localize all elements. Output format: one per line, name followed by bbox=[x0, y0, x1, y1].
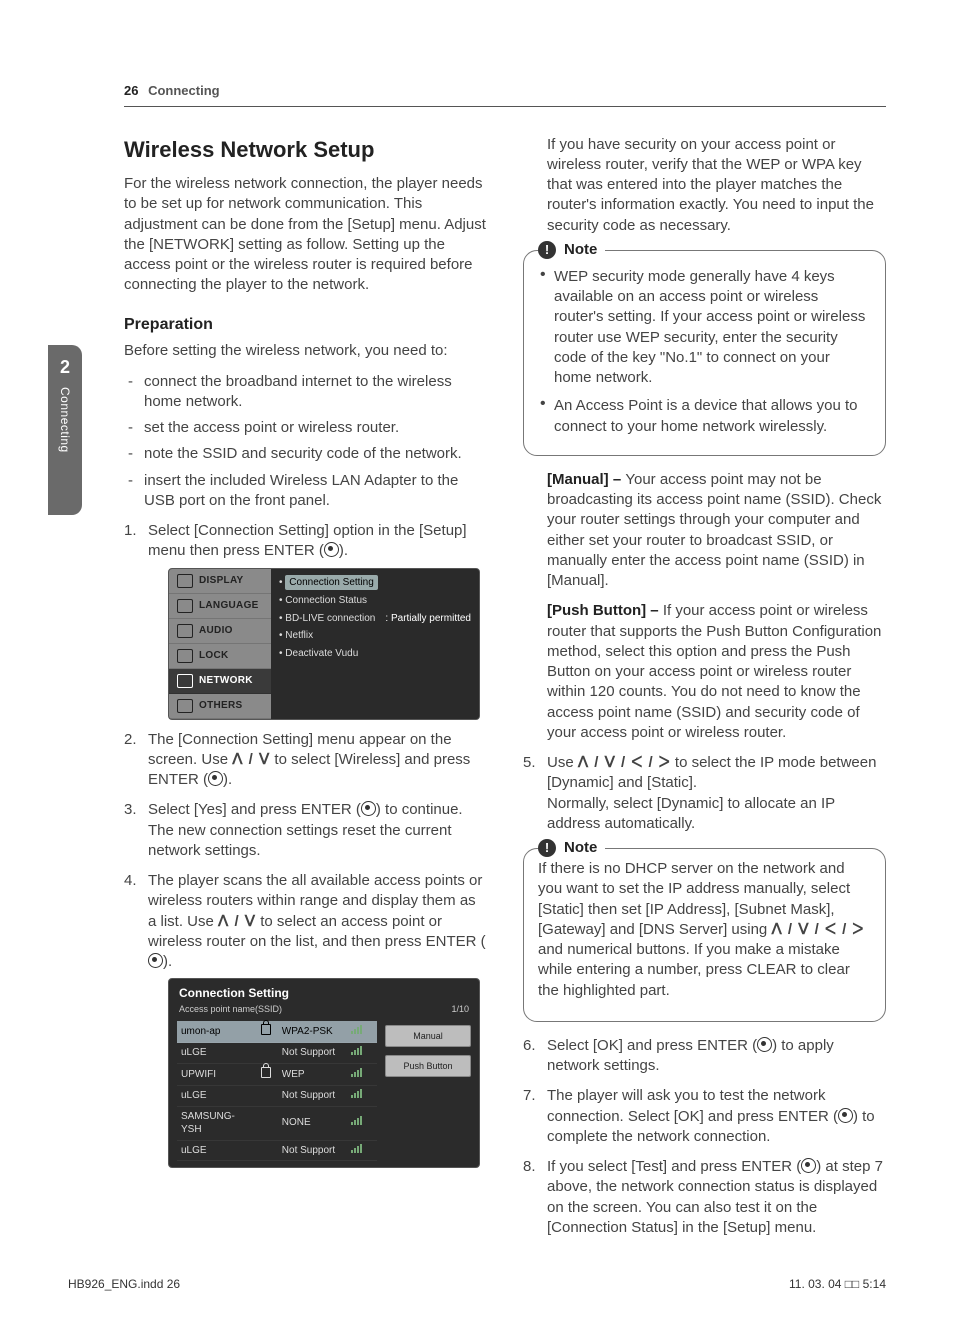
others-icon bbox=[177, 699, 193, 713]
ap-row: SAMSUNG-YSHNONE bbox=[177, 1106, 377, 1140]
note2-text: If there is no DHCP server on the networ… bbox=[538, 859, 871, 1001]
lock-icon bbox=[177, 649, 193, 663]
ap-row: uLGENot Support bbox=[177, 1140, 377, 1161]
push-button-button: Push Button bbox=[385, 1055, 471, 1077]
step-2: 2. The [Connection Setting] menu appear … bbox=[124, 730, 487, 791]
setup-main-panel: • Connection Setting • Connection Status… bbox=[271, 569, 479, 719]
prep-item: insert the included Wireless LAN Adapter… bbox=[124, 471, 487, 512]
nav-arrows-icon: ᐱ / ᐯ / ᐸ / ᐳ bbox=[771, 921, 864, 938]
updown-arrows-icon: ᐱ / ᐯ bbox=[232, 751, 270, 768]
ap-row: uLGENot Support bbox=[177, 1043, 377, 1064]
page-title: Wireless Network Setup bbox=[124, 135, 487, 165]
manual-button: Manual bbox=[385, 1025, 471, 1047]
note-box-2: !Note If there is no DHCP server on the … bbox=[523, 848, 886, 1022]
note-bang-icon: ! bbox=[538, 241, 556, 259]
lock-icon bbox=[261, 1067, 271, 1078]
preparation-heading: Preparation bbox=[124, 314, 487, 336]
pushbutton-paragraph: [Push Button] – If your access point or … bbox=[523, 601, 886, 743]
note-bang-icon: ! bbox=[538, 839, 556, 857]
enter-icon bbox=[148, 953, 163, 968]
chapter-side-tab: 2 Connecting bbox=[48, 345, 82, 515]
step-7: 7. The player will ask you to test the n… bbox=[523, 1086, 886, 1147]
left-column: Wireless Network Setup For the wireless … bbox=[124, 135, 487, 1249]
display-icon bbox=[177, 574, 193, 588]
step-3: 3. Select [Yes] and press ENTER () to co… bbox=[124, 800, 487, 861]
steps-list-right: 5. Use ᐱ / ᐯ / ᐸ / ᐳ to select the IP mo… bbox=[523, 753, 886, 834]
connection-setting-screenshot: Connection Setting Access point name(SSI… bbox=[168, 978, 480, 1168]
step-1: 1. Select [Connection Setting] option in… bbox=[124, 521, 487, 720]
header-rule bbox=[124, 106, 886, 107]
steps-list: 1. Select [Connection Setting] option in… bbox=[124, 521, 487, 1168]
note-label: Note bbox=[564, 838, 597, 858]
enter-icon bbox=[801, 1158, 816, 1173]
enter-icon bbox=[324, 542, 339, 557]
prep-item: connect the broadband internet to the wi… bbox=[124, 372, 487, 413]
ap-list: umon-apWPA2-PSKuLGENot SupportUPWIFIWEPu… bbox=[177, 1021, 377, 1162]
intro-paragraph: For the wireless network connection, the… bbox=[124, 174, 487, 296]
steps-list-right-2: 6. Select [OK] and press ENTER () to app… bbox=[523, 1036, 886, 1238]
setup-sidebar-item: DISPLAY bbox=[169, 569, 271, 594]
updown-arrows-icon: ᐱ / ᐯ bbox=[218, 913, 256, 930]
network-icon bbox=[177, 674, 193, 688]
manual-paragraph: [Manual] – Your access point may not be … bbox=[523, 470, 886, 592]
prep-item: set the access point or wireless router. bbox=[124, 418, 487, 438]
ap-row: uLGENot Support bbox=[177, 1086, 377, 1107]
right-column: If you have security on your access poin… bbox=[523, 135, 886, 1249]
setup-sidebar-item: OTHERS bbox=[169, 694, 271, 719]
setup-sidebar-item: LANGUAGE bbox=[169, 594, 271, 619]
running-header: 26 Connecting bbox=[124, 82, 886, 100]
lock-icon bbox=[261, 1024, 271, 1035]
page-number: 26 bbox=[124, 83, 138, 98]
ap-row: UPWIFIWEP bbox=[177, 1063, 377, 1086]
print-footer: HB926_ENG.indd 26 11. 03. 04 □□ 5:14 bbox=[68, 1276, 886, 1292]
step-5: 5. Use ᐱ / ᐯ / ᐸ / ᐳ to select the IP mo… bbox=[523, 753, 886, 834]
nav-arrows-icon: ᐱ / ᐯ / ᐸ / ᐳ bbox=[578, 754, 671, 771]
step-8: 8. If you select [Test] and press ENTER … bbox=[523, 1157, 886, 1238]
note-label: Note bbox=[564, 240, 597, 260]
setup-menu-screenshot: DISPLAY LANGUAGE AUDIO LOCK NETWORK OTHE… bbox=[168, 568, 480, 720]
step-6: 6. Select [OK] and press ENTER () to app… bbox=[523, 1036, 886, 1077]
setup-sidebar-item: NETWORK bbox=[169, 669, 271, 694]
setup-sidebar-item: LOCK bbox=[169, 644, 271, 669]
chapter-label: Connecting bbox=[57, 387, 73, 453]
preparation-list: connect the broadband internet to the wi… bbox=[124, 372, 487, 512]
audio-icon bbox=[177, 624, 193, 638]
note-box-1: !Note WEP security mode generally have 4… bbox=[523, 250, 886, 456]
enter-icon bbox=[361, 801, 376, 816]
security-paragraph: If you have security on your access poin… bbox=[523, 135, 886, 236]
enter-icon bbox=[757, 1037, 772, 1052]
enter-icon bbox=[838, 1108, 853, 1123]
note-item: WEP security mode generally have 4 keys … bbox=[538, 267, 871, 389]
footer-right: 11. 03. 04 □□ 5:14 bbox=[789, 1276, 886, 1292]
prep-item: note the SSID and security code of the n… bbox=[124, 444, 487, 464]
footer-left: HB926_ENG.indd 26 bbox=[68, 1276, 180, 1292]
setup-sidebar: DISPLAY LANGUAGE AUDIO LOCK NETWORK OTHE… bbox=[169, 569, 271, 719]
setup-sidebar-item: AUDIO bbox=[169, 619, 271, 644]
preparation-lead: Before setting the wireless network, you… bbox=[124, 341, 487, 361]
language-icon bbox=[177, 599, 193, 613]
enter-icon bbox=[208, 771, 223, 786]
note-item: An Access Point is a device that allows … bbox=[538, 396, 871, 437]
chapter-number: 2 bbox=[48, 355, 82, 379]
step-4: 4. The player scans the all available ac… bbox=[124, 871, 487, 1168]
ap-row: umon-apWPA2-PSK bbox=[177, 1021, 377, 1043]
section-name: Connecting bbox=[148, 83, 220, 98]
